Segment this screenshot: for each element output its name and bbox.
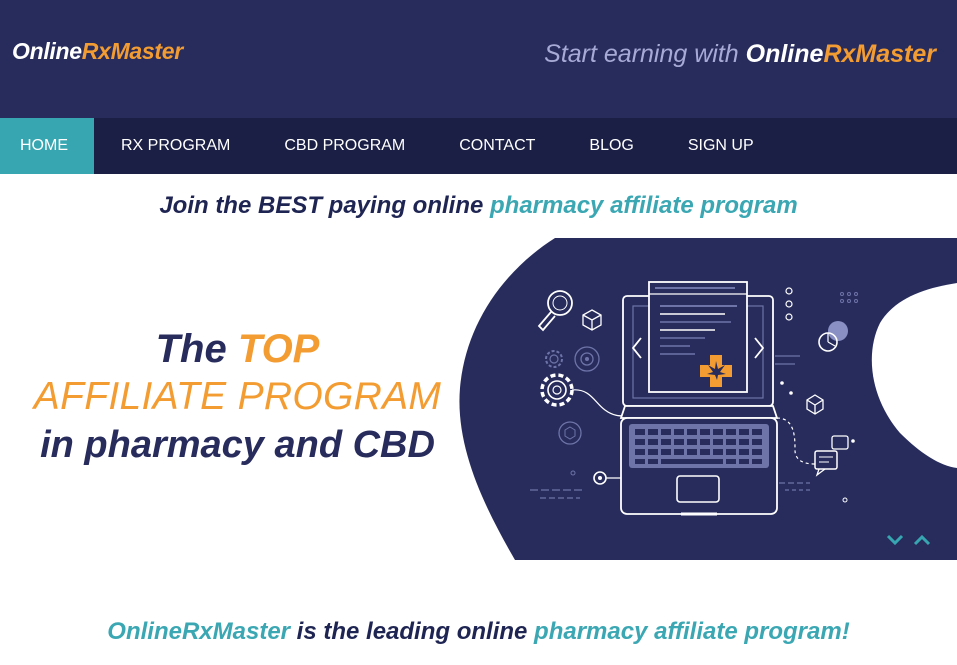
tagline-prefix: Start earning with bbox=[544, 40, 746, 68]
nav-item-blog[interactable]: BLOG bbox=[562, 118, 660, 174]
leading-highlight: pharmacy affiliate program! bbox=[534, 618, 850, 645]
nav-item-sign-up[interactable]: SIGN UP bbox=[661, 118, 781, 174]
join-prefix: Join the BEST paying online bbox=[159, 192, 491, 219]
hero-line-2: AFFILIATE PROGRAM bbox=[33, 375, 442, 418]
logo-part-rx: Rx bbox=[81, 38, 111, 64]
tagline-brand-master: Master bbox=[855, 40, 936, 68]
logo-part-online: Online bbox=[12, 38, 82, 64]
hero-line-1-highlight: TOP bbox=[237, 327, 320, 371]
nav-item-rx-program[interactable]: RX PROGRAM bbox=[94, 118, 257, 174]
site-logo[interactable]: OnlineRxMaster bbox=[12, 38, 183, 65]
hero-line-1: The TOP bbox=[30, 325, 445, 373]
leading-heading: OnlineRxMaster is the leading online pha… bbox=[0, 618, 957, 646]
leading-brand: OnlineRxMaster bbox=[107, 618, 291, 645]
main-nav: HOME RX PROGRAM CBD PROGRAM CONTACT BLOG… bbox=[0, 118, 957, 174]
hero-line-1-prefix: The bbox=[155, 327, 238, 371]
tagline-brand-online: Online bbox=[745, 40, 824, 68]
header-tagline: Start earning with OnlineRxMaster bbox=[544, 40, 936, 69]
logo-part-master: Master bbox=[110, 38, 184, 64]
join-heading: Join the BEST paying online pharmacy aff… bbox=[0, 192, 957, 220]
nav-item-home[interactable]: HOME bbox=[0, 118, 94, 174]
hero-headline: The TOP AFFILIATE PROGRAM in pharmacy an… bbox=[30, 325, 445, 469]
hero-line-3: in pharmacy and CBD bbox=[40, 424, 435, 466]
laptop-pharmacy-illustration bbox=[459, 238, 957, 560]
join-highlight: pharmacy affiliate program bbox=[490, 192, 798, 219]
site-header: OnlineRxMaster Start earning with Online… bbox=[0, 0, 957, 118]
hero-illustration bbox=[459, 238, 957, 560]
nav-item-cbd-program[interactable]: CBD PROGRAM bbox=[257, 118, 432, 174]
tagline-brand-rx: Rx bbox=[823, 40, 856, 68]
nav-item-contact[interactable]: CONTACT bbox=[432, 118, 562, 174]
leading-middle: is the leading online bbox=[290, 618, 535, 645]
